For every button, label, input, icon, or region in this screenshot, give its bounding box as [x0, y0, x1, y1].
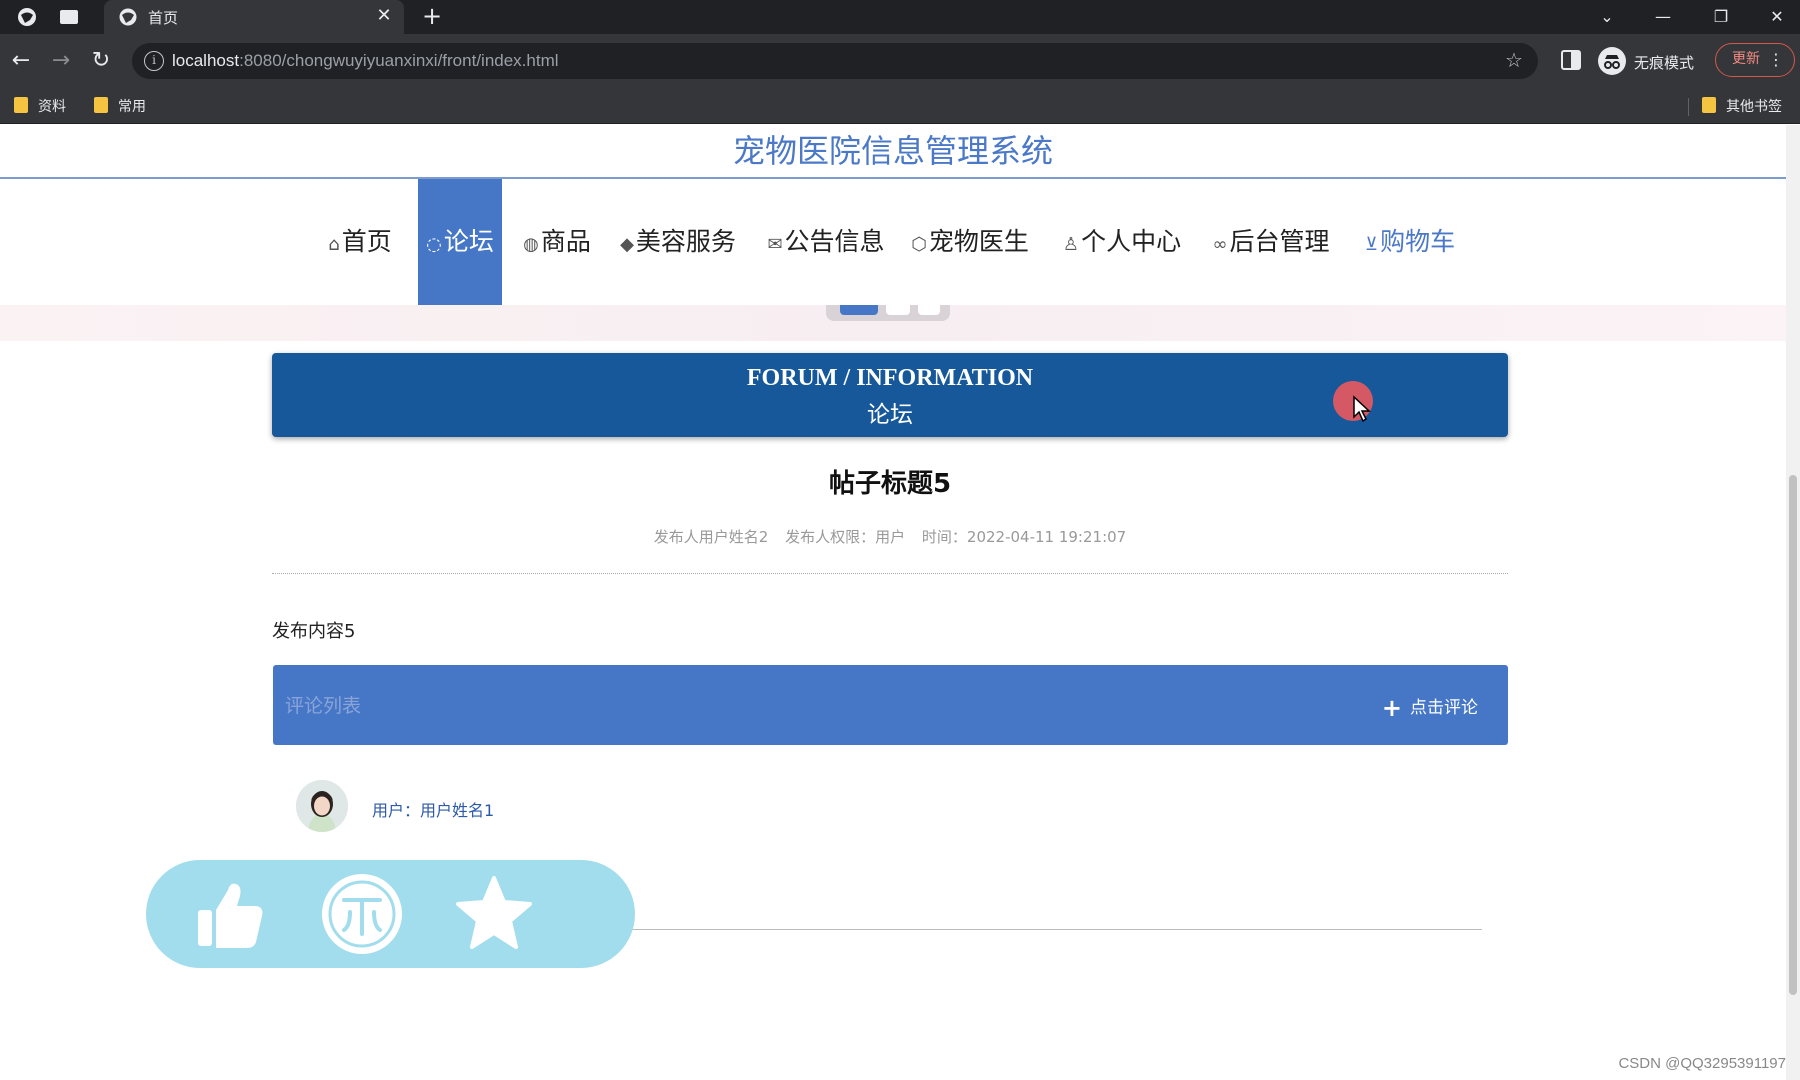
- like-button[interactable]: [190, 872, 274, 956]
- forum-heading-en: FORUM / INFORMATION: [746, 365, 1034, 391]
- nav-home[interactable]: ⌂首页: [322, 179, 398, 305]
- nav-personal-center[interactable]: ♙个人中心: [1060, 179, 1184, 305]
- carousel-indicators: [826, 305, 950, 321]
- update-button[interactable]: 更新 ⋮: [1715, 43, 1795, 77]
- comment-divider: [620, 929, 1482, 930]
- nav-beauty-service[interactable]: ◆美容服务: [616, 179, 740, 305]
- nav-products[interactable]: ◍商品: [520, 179, 594, 305]
- minimize-button[interactable]: —: [1648, 4, 1678, 30]
- more-menu-icon[interactable]: ⋮: [1768, 44, 1784, 75]
- bookmark-star-icon[interactable]: ☆: [1502, 48, 1526, 72]
- like-icon: [198, 883, 263, 948]
- globe-icon: [119, 8, 137, 26]
- reload-button[interactable]: ↻: [88, 48, 114, 74]
- back-button[interactable]: ←: [8, 48, 34, 74]
- browser-tab-bar: 首页 ✕ + ⌄ — ❐ ✕: [0, 0, 1800, 34]
- comment-list-bar: 评论列表 + 点击评论: [273, 665, 1508, 745]
- browser-toolbar: ← → ↻ i localhost:8080/chongwuyiyuanxinx…: [0, 34, 1800, 88]
- restore-button[interactable]: ❐: [1706, 4, 1736, 30]
- browser-menu-icon[interactable]: [16, 6, 38, 28]
- link-icon: ∞: [1212, 234, 1228, 255]
- site-title: 宠物医院信息管理系统: [732, 132, 1053, 170]
- bookmark-folder[interactable]: 常用: [94, 96, 146, 116]
- mouse-cursor-icon: [1353, 395, 1371, 423]
- coin-icon: [322, 874, 402, 954]
- user-icon: ♙: [1062, 234, 1080, 255]
- plus-icon: +: [1381, 694, 1402, 722]
- tab-search-icon[interactable]: [58, 6, 80, 28]
- favorite-button[interactable]: [452, 872, 536, 956]
- mail-icon: ✉: [767, 234, 783, 255]
- url-text[interactable]: localhost:8080/chongwuyiyuanxinxi/front/…: [172, 51, 559, 71]
- star-icon: [456, 876, 532, 949]
- carousel-dot[interactable]: [840, 305, 878, 315]
- forum-heading-cn: 论坛: [867, 402, 913, 428]
- post-role: 发布人权限：用户: [785, 528, 906, 546]
- bookmarks-bar: 资料 常用 其他书签: [0, 88, 1800, 124]
- tab-list-icon[interactable]: ⌄: [1592, 4, 1622, 30]
- close-window-button[interactable]: ✕: [1762, 4, 1792, 30]
- home-icon: ⌂: [328, 234, 340, 255]
- folder-icon: [94, 97, 108, 113]
- tab-close-icon[interactable]: ✕: [374, 5, 394, 27]
- site-info-icon[interactable]: i: [144, 51, 164, 71]
- post-time: 时间：2022-04-11 19:21:07: [921, 528, 1127, 546]
- post-author: 发布人用户姓名2: [653, 528, 769, 546]
- update-label: 更新: [1732, 51, 1760, 67]
- browser-tab[interactable]: 首页 ✕: [104, 0, 404, 34]
- post-title: 帖子标题5: [828, 469, 952, 499]
- watermark: CSDN @QQ3295391197: [1618, 1055, 1786, 1072]
- nav-admin[interactable]: ∞后台管理: [1208, 179, 1334, 305]
- forward-button[interactable]: →: [48, 48, 74, 74]
- new-tab-button[interactable]: +: [420, 4, 444, 28]
- coin-button[interactable]: [320, 872, 404, 956]
- tab-title: 首页: [148, 9, 179, 27]
- comment-user: 用户：用户姓名1: [372, 801, 495, 820]
- bookmark-separator: [1688, 98, 1689, 116]
- cube-icon: ⬡: [911, 234, 927, 255]
- avatar: [296, 780, 348, 832]
- scrollbar-thumb[interactable]: [1789, 475, 1797, 995]
- incognito-label: 无痕模式: [1634, 54, 1695, 72]
- bookmark-folder[interactable]: 资料: [14, 96, 66, 116]
- post-meta: 发布人用户姓名2 发布人权限：用户 时间：2022-04-11 19:21:07: [272, 526, 1508, 547]
- page-scrollbar[interactable]: [1786, 125, 1800, 1080]
- main-nav: ⌂首页 ◌论坛 ◍商品 ◆美容服务 ✉公告信息 ⬡宠物医生 ♙个人中心 ∞后台管…: [0, 179, 1786, 305]
- post-divider: [272, 573, 1508, 574]
- nav-cart[interactable]: ⊻购物车: [1360, 179, 1460, 305]
- other-bookmarks[interactable]: 其他书签: [1702, 96, 1782, 116]
- folder-icon: [14, 97, 28, 113]
- cart-icon: ⊻: [1364, 234, 1379, 255]
- incognito-icon: [1598, 47, 1626, 75]
- chat-icon: ◌: [426, 234, 442, 255]
- nav-announcements[interactable]: ✉公告信息: [764, 179, 888, 305]
- folder-icon: [1702, 97, 1716, 113]
- side-panel-icon[interactable]: [1560, 49, 1582, 71]
- carousel-dot[interactable]: [886, 305, 910, 315]
- palette-icon: ◍: [523, 234, 539, 255]
- web-page: 宠物医院信息管理系统 ⌂首页 ◌论坛 ◍商品 ◆美容服务 ✉公告信息 ⬡宠物医生…: [0, 125, 1786, 1080]
- carousel-dot[interactable]: [918, 305, 940, 315]
- comment-list-label: 评论列表: [285, 695, 362, 717]
- forum-header: FORUM / INFORMATION 论坛: [272, 353, 1508, 437]
- nav-pet-doctors[interactable]: ⬡宠物医生: [908, 179, 1032, 305]
- post-content: 发布内容5: [272, 621, 356, 642]
- address-bar[interactable]: i localhost:8080/chongwuyiyuanxinxi/fron…: [132, 43, 1538, 79]
- add-comment-button[interactable]: + 点击评论: [1382, 693, 1478, 722]
- graduation-icon: ◆: [620, 234, 634, 255]
- action-bar: [146, 860, 635, 968]
- nav-forum[interactable]: ◌论坛: [418, 179, 502, 305]
